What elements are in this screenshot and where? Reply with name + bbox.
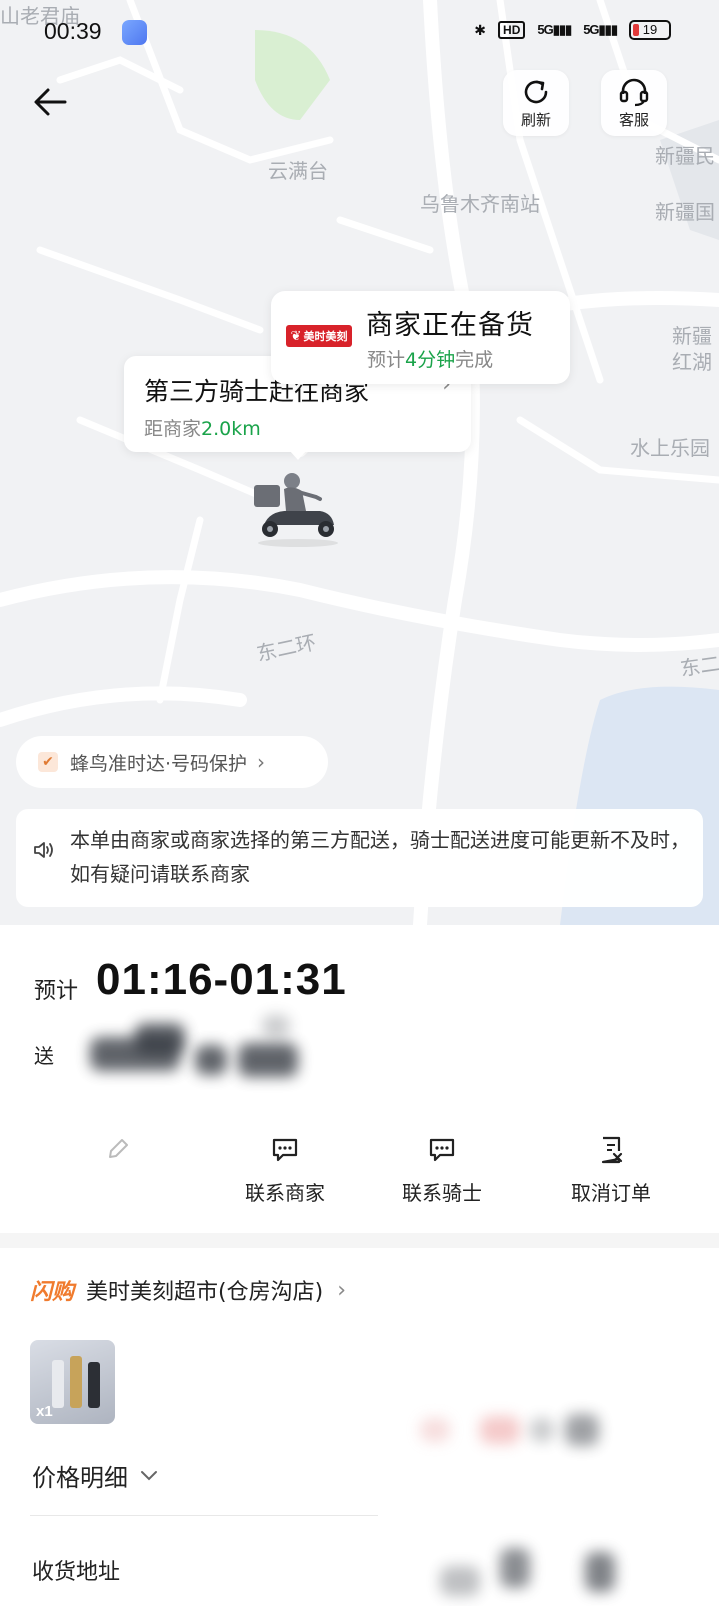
cancel-document-icon — [601, 1136, 623, 1164]
notice-text: 本单由商家或商家选择的第三方配送，骑士配送进度可能更新不及时，如有疑问请联系商家 — [70, 828, 690, 886]
edit-order-button[interactable] — [48, 1135, 188, 1175]
delivery-notice: 本单由商家或商家选择的第三方配送，骑士配送进度可能更新不及时，如有疑问请联系商家 — [16, 809, 703, 907]
map-label: 水上乐园 — [630, 436, 710, 460]
order-actions: 联系商家 联系骑士 取消订单 — [0, 1135, 719, 1225]
customer-service-button[interactable]: 客服 — [601, 70, 667, 136]
status-bar: 00:39 ✱ HD 5G▮▮▮ 5G▮▮▮ 19 — [0, 0, 719, 64]
map-label: 乌鲁木齐南站 — [420, 192, 540, 216]
bubble-pointer — [289, 450, 307, 460]
price-detail-toggle[interactable]: 价格明细 — [32, 1458, 158, 1493]
merchant-status-bubble[interactable]: ❦ 美时美刻 商家正在备货 预计4分钟完成 — [271, 291, 570, 384]
shop-link[interactable]: 闪购 美时美刻超市(仓房沟店) › — [30, 1274, 346, 1306]
cancel-order-button[interactable]: 取消订单 — [541, 1135, 681, 1206]
action-label: 联系商家 — [245, 1181, 325, 1205]
contact-merchant-button[interactable]: 联系商家 — [215, 1135, 355, 1206]
map-label: 红湖 — [672, 350, 712, 374]
refresh-label: 刷新 — [520, 110, 551, 129]
map-label: 东二 — [678, 651, 719, 681]
bluetooth-icon: ✱ — [474, 21, 487, 38]
map-label: 云满台 — [268, 159, 328, 183]
product-image — [52, 1360, 64, 1408]
merchant-status-text: 商家正在备货 — [366, 310, 534, 341]
status-time: 00:39 — [44, 18, 102, 44]
chevron-down-icon — [141, 1470, 157, 1480]
map-label: 新疆 — [672, 324, 712, 348]
app-notification-icon — [122, 20, 147, 45]
chevron-right-icon: › — [337, 1277, 346, 1303]
check-icon: ✔ — [38, 752, 58, 772]
delivery-info-card: 预计 01:16-01:31 送 联系商家 联系骑士 取消订单 — [0, 925, 719, 1233]
contact-rider-button[interactable]: 联系骑士 — [372, 1135, 512, 1206]
pencil-icon — [109, 1139, 128, 1158]
action-label: 联系骑士 — [402, 1181, 482, 1205]
headset-icon — [619, 78, 649, 106]
refresh-icon — [524, 80, 548, 103]
eta-time: 01:16-01:31 — [96, 955, 347, 1004]
battery-icon: 19 — [629, 20, 671, 40]
map-label: 新疆民 — [655, 144, 715, 168]
signal-icon: 5G▮▮▮ — [583, 22, 618, 37]
order-tracking-page: 山老君庙 云满台 乌鲁木齐南站 新疆民 新疆国 新疆 红湖 水上乐园 东二环 东… — [0, 0, 719, 1606]
product-thumbnail[interactable]: x1 — [30, 1340, 115, 1424]
chat-icon — [272, 1138, 298, 1162]
signal-icon: 5G▮▮▮ — [537, 22, 572, 37]
hd-icon: HD — [498, 21, 526, 39]
shop-name: 美时美刻超市(仓房沟店) — [86, 1280, 324, 1305]
eta-label: 预计 — [34, 979, 79, 1004]
action-label: 取消订单 — [571, 1181, 651, 1205]
chevron-right-icon: › — [257, 750, 266, 774]
address-label: 收货地址 — [32, 1560, 121, 1585]
refresh-button[interactable]: 刷新 — [503, 70, 569, 136]
merchant-eta: 预计4分钟完成 — [367, 349, 494, 371]
divider — [30, 1515, 378, 1516]
map-label: 新疆国 — [655, 200, 715, 224]
delivery-map[interactable]: 山老君庙 云满台 乌鲁木齐南站 新疆民 新疆国 新疆 红湖 水上乐园 东二环 东… — [0, 0, 719, 925]
status-indicators: ✱ HD 5G▮▮▮ 5G▮▮▮ 19 — [474, 20, 671, 40]
rider-scooter-icon — [254, 473, 338, 547]
merchant-logo: ❦ 美时美刻 — [283, 303, 355, 369]
speaker-icon — [34, 842, 53, 858]
guarantee-text: 蜂鸟准时达·号码保护 — [70, 752, 248, 775]
back-button[interactable] — [28, 80, 72, 124]
price-detail-label: 价格明细 — [32, 1464, 128, 1492]
flash-buy-tag: 闪购 — [30, 1280, 75, 1305]
customer-service-label: 客服 — [618, 110, 649, 129]
quantity-badge: x1 — [36, 1403, 53, 1420]
chat-icon — [429, 1138, 455, 1162]
send-label: 送 — [34, 1044, 54, 1068]
arrow-left-icon — [34, 88, 67, 116]
delivery-guarantee-pill[interactable]: ✔ 蜂鸟准时达·号码保护 › — [16, 736, 328, 788]
rider-distance: 距商家2.0km — [144, 418, 261, 440]
order-detail-card: 闪购 美时美刻超市(仓房沟店) › x1 价格明细 收货地址 — [0, 1248, 719, 1606]
